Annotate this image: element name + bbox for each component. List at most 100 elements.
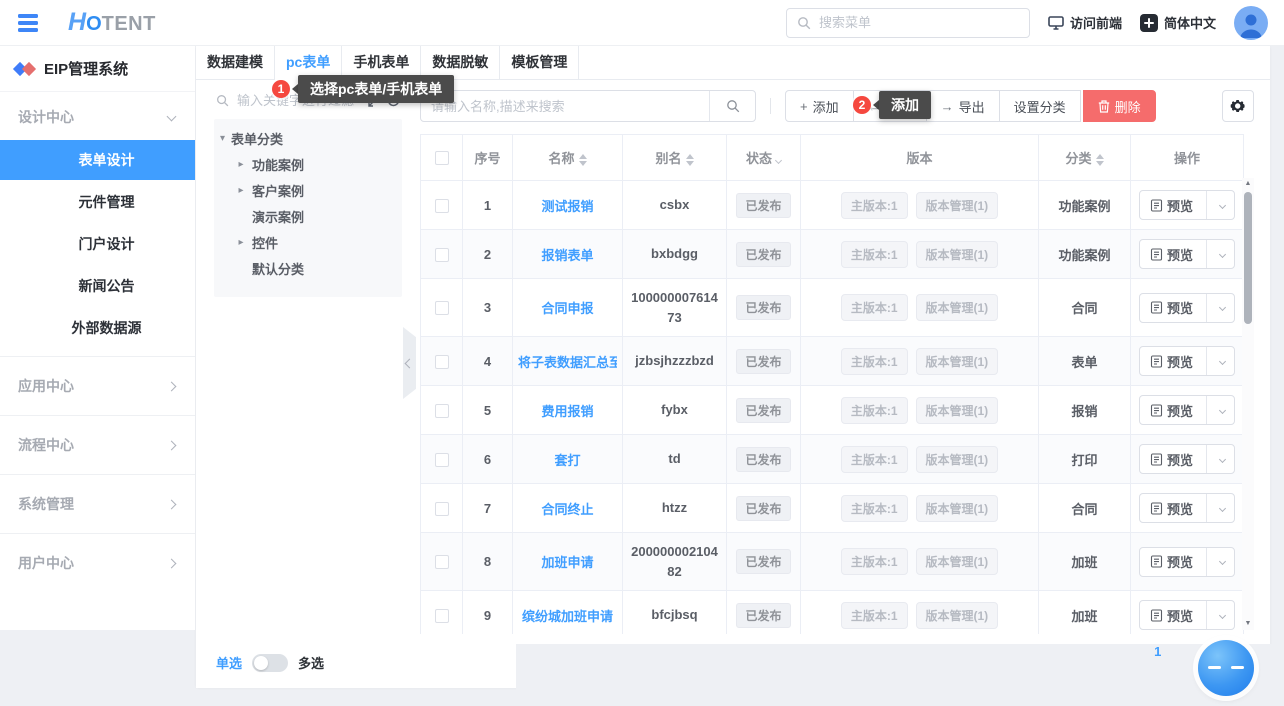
tree-node[interactable]: ▸ 客户案例 xyxy=(214,177,402,203)
chevron-down-icon[interactable] xyxy=(1218,557,1227,566)
select-all-checkbox[interactable] xyxy=(434,151,449,166)
preview-button[interactable]: 预览 xyxy=(1138,493,1235,523)
tree-root[interactable]: ▾ 表单分类 xyxy=(214,125,402,151)
chevron-down-icon[interactable] xyxy=(1218,303,1227,312)
row-checkbox[interactable] xyxy=(434,501,449,516)
row-checkbox[interactable] xyxy=(434,608,449,623)
single-select-label[interactable]: 单选 xyxy=(216,653,242,672)
version-manage-button[interactable]: 版本管理(1) xyxy=(915,240,999,268)
visit-frontend-button[interactable]: 访问前端 xyxy=(1048,13,1122,32)
set-category-button[interactable]: 设置分类 xyxy=(998,90,1081,122)
form-name-link[interactable]: 合同终止 xyxy=(541,499,593,518)
multi-select-label[interactable]: 多选 xyxy=(298,653,324,672)
page-1[interactable]: 1 xyxy=(515,644,1284,706)
sidebar-group-2[interactable]: 流程中心 xyxy=(0,424,195,466)
form-name-link[interactable]: 套打 xyxy=(554,450,580,469)
row-checkbox[interactable] xyxy=(434,247,449,262)
language-switcher[interactable]: 简体中文 xyxy=(1139,13,1216,32)
avatar[interactable] xyxy=(1234,5,1268,40)
version-manage-button[interactable]: 版本管理(1) xyxy=(915,494,999,522)
sidebar-item[interactable]: 门户设计 xyxy=(0,224,195,264)
version-manage-button[interactable]: 版本管理(1) xyxy=(915,601,999,629)
table-settings-button[interactable] xyxy=(1222,90,1254,122)
scroll-down-icon[interactable]: ▼ xyxy=(1245,619,1252,629)
filter-icon[interactable] xyxy=(774,156,783,165)
row-checkbox[interactable] xyxy=(434,403,449,418)
sidebar-item[interactable]: 表单设计 xyxy=(0,140,195,180)
tree-node[interactable]: 演示案例 xyxy=(214,203,402,229)
main-version-button[interactable]: 主版本:1 xyxy=(840,347,908,375)
delete-button[interactable]: 删除 xyxy=(1082,90,1156,122)
chevron-down-icon[interactable] xyxy=(1218,201,1227,209)
sidebar-item[interactable]: 元件管理 xyxy=(0,182,195,222)
tooltip-text: 选择pc表单/手机表单 xyxy=(298,75,455,103)
floating-assistant-button[interactable] xyxy=(1198,640,1254,696)
version-manage-button[interactable]: 版本管理(1) xyxy=(915,445,999,473)
preview-button[interactable]: 预览 xyxy=(1138,239,1235,269)
sort-icon[interactable] xyxy=(578,153,587,166)
chevron-down-icon[interactable] xyxy=(1218,504,1227,512)
main-version-button[interactable]: 主版本:1 xyxy=(840,494,908,522)
scroll-up-icon[interactable]: ▲ xyxy=(1245,179,1252,189)
version-manage-button[interactable]: 版本管理(1) xyxy=(915,347,999,375)
form-name-link[interactable]: 将子表数据汇总至主 xyxy=(518,352,617,371)
main-version-button[interactable]: 主版本:1 xyxy=(840,445,908,473)
chevron-down-icon[interactable] xyxy=(1218,611,1227,619)
sidebar-group-1[interactable]: 应用中心 xyxy=(0,365,195,407)
chevron-down-icon[interactable] xyxy=(1218,250,1227,258)
row-checkbox[interactable] xyxy=(434,354,449,369)
row-checkbox[interactable] xyxy=(434,452,449,467)
tree-node[interactable]: ▸ 控件 xyxy=(214,229,402,255)
multi-select-toggle[interactable] xyxy=(252,653,289,672)
main-version-button[interactable]: 主版本:1 xyxy=(840,240,908,268)
form-name-link[interactable]: 报销表单 xyxy=(541,245,593,264)
tab-4[interactable]: 模板管理 xyxy=(500,46,580,79)
add-button[interactable]: + 添加 xyxy=(785,90,854,122)
version-manage-button[interactable]: 版本管理(1) xyxy=(915,548,999,575)
version-manage-button[interactable]: 版本管理(1) xyxy=(915,396,999,424)
version-manage-button[interactable]: 版本管理(1) xyxy=(915,191,999,219)
tree-node[interactable]: 默认分类 xyxy=(214,255,402,281)
main-version-button[interactable]: 主版本:1 xyxy=(840,294,908,321)
sidebar-item[interactable]: 新闻公告 xyxy=(0,266,195,306)
form-name-link[interactable]: 合同申报 xyxy=(541,298,593,317)
main-version-button[interactable]: 主版本:1 xyxy=(840,601,908,629)
menu-toggle-button[interactable] xyxy=(14,10,42,36)
main-version-button[interactable]: 主版本:1 xyxy=(840,396,908,424)
tab-0[interactable]: 数据建模 xyxy=(196,46,275,79)
export-button[interactable]: → 导出 xyxy=(925,90,1000,122)
sidebar-item[interactable]: 外部数据源 xyxy=(0,308,195,348)
chevron-down-icon[interactable] xyxy=(1218,357,1227,365)
chevron-down-icon[interactable] xyxy=(1218,455,1227,463)
preview-button[interactable]: 预览 xyxy=(1138,292,1235,323)
form-name-link[interactable]: 测试报销 xyxy=(541,196,593,215)
form-name-link[interactable]: 缤纷城加班申请 xyxy=(522,606,613,625)
preview-button[interactable]: 预览 xyxy=(1138,444,1235,474)
version-manage-button[interactable]: 版本管理(1) xyxy=(915,294,999,321)
search-button[interactable] xyxy=(709,91,755,121)
sidebar-group-4[interactable]: 用户中心 xyxy=(0,542,195,584)
menu-search[interactable] xyxy=(785,7,1030,38)
table-scrollbar[interactable]: ▲ ▼ xyxy=(1242,178,1254,630)
row-checkbox[interactable] xyxy=(434,555,449,570)
tree-node[interactable]: ▸ 功能案例 xyxy=(214,151,402,177)
sidebar-group-0[interactable]: 设计中心 xyxy=(0,96,195,138)
table-search-input[interactable] xyxy=(421,98,709,114)
preview-button[interactable]: 预览 xyxy=(1138,190,1235,220)
preview-button[interactable]: 预览 xyxy=(1138,600,1235,630)
menu-search-input[interactable] xyxy=(816,14,1019,31)
chevron-down-icon[interactable] xyxy=(1218,406,1227,414)
main-version-button[interactable]: 主版本:1 xyxy=(840,548,908,575)
main-version-button[interactable]: 主版本:1 xyxy=(840,191,908,219)
preview-button[interactable]: 预览 xyxy=(1138,346,1235,376)
sidebar-group-3[interactable]: 系统管理 xyxy=(0,483,195,525)
sort-icon[interactable] xyxy=(685,153,694,166)
form-name-link[interactable]: 加班申请 xyxy=(541,552,593,571)
sort-icon[interactable] xyxy=(1095,153,1104,166)
preview-button[interactable]: 预览 xyxy=(1138,546,1235,577)
row-checkbox[interactable] xyxy=(434,198,449,213)
row-checkbox[interactable] xyxy=(434,301,449,316)
form-name-link[interactable]: 费用报销 xyxy=(541,401,593,420)
scroll-thumb[interactable] xyxy=(1244,192,1252,324)
preview-button[interactable]: 预览 xyxy=(1138,395,1235,425)
